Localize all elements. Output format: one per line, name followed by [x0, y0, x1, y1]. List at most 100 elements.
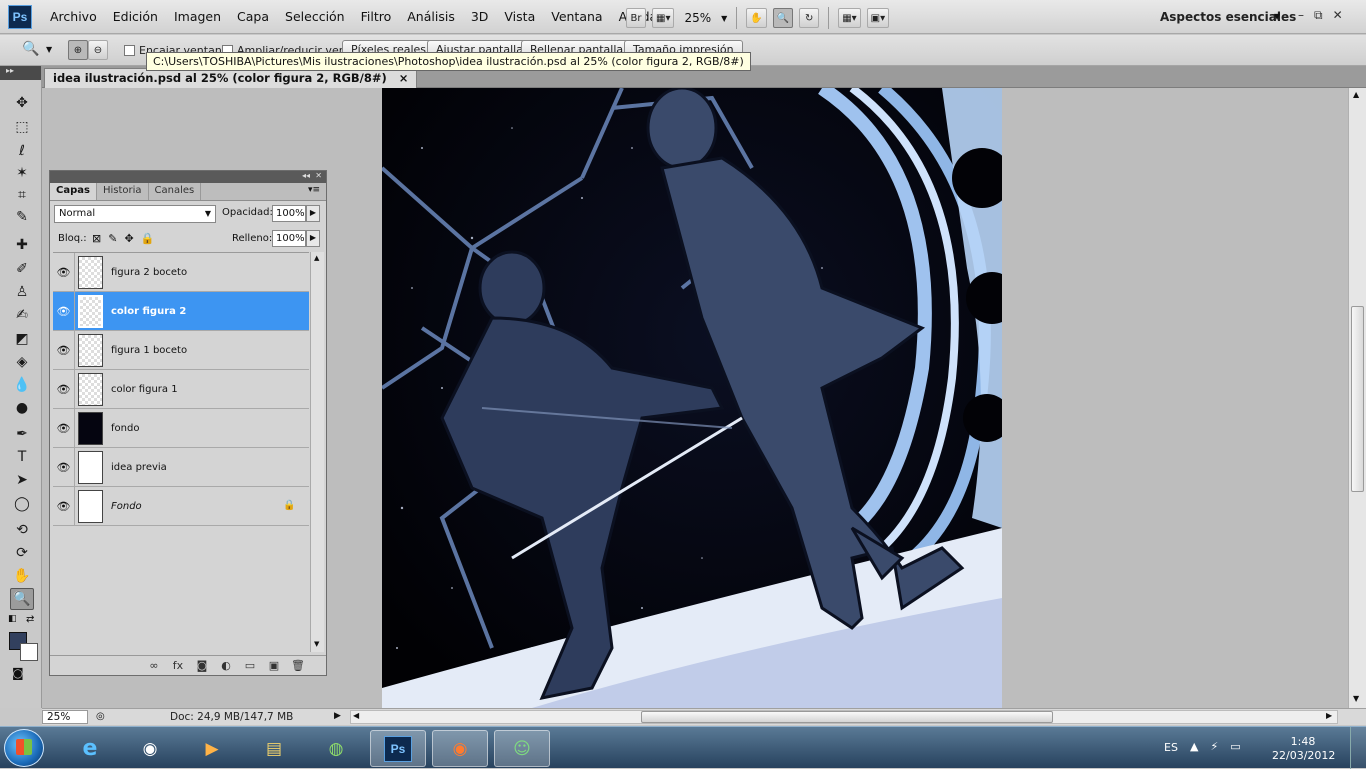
horizontal-scrollbar[interactable]: ◀ ▶ [350, 710, 1338, 724]
menu-ventana[interactable]: Ventana [543, 9, 610, 24]
panel-titlebar[interactable]: ◂◂ ✕ [50, 171, 326, 183]
screen-mode-icon[interactable]: ▣▾ [866, 8, 890, 28]
rotate-view-icon[interactable]: ↻ [799, 8, 820, 28]
eraser-icon[interactable]: ◩ [10, 328, 34, 350]
pen-tool-icon[interactable]: ✒ [10, 423, 34, 445]
new-layer-icon[interactable]: ▣ [266, 659, 282, 672]
eye-icon[interactable]: 👁 [53, 486, 75, 526]
restore-button[interactable]: ⧉ [1314, 8, 1323, 23]
panel-collapse-icon[interactable]: ▸▸ [0, 66, 41, 80]
3d-rotate-icon[interactable]: ⟲ [10, 519, 34, 541]
status-options-icon[interactable]: ◎ [96, 711, 105, 722]
path-selection-icon[interactable]: ➤ [10, 469, 34, 491]
zoom-level-select[interactable]: 25% [680, 11, 715, 25]
menu-imagen[interactable]: Imagen [166, 9, 229, 24]
menu-vista[interactable]: Vista [496, 9, 543, 24]
scroll-down-icon[interactable]: ▼ [314, 640, 319, 648]
fill-input[interactable]: 100% [272, 230, 306, 247]
lock-pixels-icon[interactable]: ✎ [108, 232, 117, 245]
photoshop-logo[interactable]: Ps [8, 5, 32, 29]
type-tool-icon[interactable]: T [10, 446, 34, 468]
swap-colors-icon[interactable]: ⇄ [26, 614, 34, 625]
checkbox-box[interactable] [124, 45, 135, 56]
layers-scrollbar[interactable]: ▲ ▼ [310, 252, 324, 652]
lasso-tool-icon[interactable]: ℓ [10, 140, 34, 162]
zoom-status-field[interactable]: 25% [42, 710, 88, 724]
hand-tool-icon[interactable]: ✋ [746, 8, 767, 28]
scroll-left-icon[interactable]: ◀ [353, 711, 359, 720]
adjustment-layer-icon[interactable]: ◐ [218, 659, 234, 672]
bridge-button[interactable]: Br [626, 8, 646, 28]
minimize-button[interactable]: – [1298, 8, 1304, 23]
preset-dropdown-icon[interactable]: ▼ [46, 45, 52, 54]
scroll-right-icon[interactable]: ▶ [1326, 711, 1332, 720]
history-brush-icon[interactable]: ✍ [10, 304, 34, 326]
clone-stamp-icon[interactable]: ♙ [10, 281, 34, 303]
eyedropper-icon[interactable]: ✎ [10, 206, 34, 228]
panel-close-icon[interactable]: ✕ [315, 171, 322, 180]
firefox-icon[interactable]: ◉ [432, 730, 488, 767]
language-indicator[interactable]: ES [1164, 741, 1178, 754]
3d-orbit-icon[interactable]: ⟳ [10, 542, 34, 564]
arrange-documents-icon[interactable]: ▦▾ [838, 8, 861, 28]
tab-historia[interactable]: Historia [97, 183, 149, 200]
layer-row[interactable]: 👁 figura 2 boceto [53, 252, 309, 292]
layer-style-icon[interactable]: fx [170, 659, 186, 672]
eye-icon[interactable]: 👁 [53, 447, 75, 487]
zoom-tool-icon[interactable]: 🔍 [10, 588, 34, 610]
opacity-input[interactable]: 100% [272, 205, 306, 222]
blend-mode-select[interactable]: Normal ▼ [54, 205, 216, 223]
hand-tool-icon[interactable]: ✋ [10, 565, 34, 587]
healing-brush-icon[interactable]: ✚ [10, 234, 34, 256]
layer-row-selected[interactable]: 👁 color figura 2 [53, 291, 309, 331]
fill-slider-arrow-icon[interactable]: ▶ [306, 230, 320, 247]
layer-row[interactable]: 👁 idea previa [53, 447, 309, 487]
layer-row[interactable]: 👁 fondo [53, 408, 309, 448]
marquee-tool-icon[interactable]: ⬚ [10, 116, 34, 138]
tab-canales[interactable]: Canales [149, 183, 202, 200]
user-account-icon[interactable]: ◉ [122, 730, 178, 767]
menu-archivo[interactable]: Archivo [42, 9, 105, 24]
media-player-icon[interactable]: ▶ [184, 730, 240, 767]
layer-row[interactable]: 👁 figura 1 boceto [53, 330, 309, 370]
zoom-tool-preset-icon[interactable]: 🔍 [22, 41, 39, 57]
delete-layer-icon[interactable]: 🗑 [290, 659, 306, 672]
file-explorer-icon[interactable]: ▤ [246, 730, 302, 767]
background-color-swatch[interactable] [20, 643, 38, 661]
panel-collapse-icon[interactable]: ◂◂ [302, 171, 310, 180]
close-button[interactable]: ✕ [1333, 8, 1343, 23]
eye-icon[interactable]: 👁 [53, 252, 75, 292]
lock-position-icon[interactable]: ✥ [124, 232, 133, 245]
lock-all-icon[interactable]: 🔒 [141, 232, 155, 245]
tab-document[interactable]: idea ilustración.psd al 25% (color figur… [44, 68, 418, 88]
vertical-scroll-thumb[interactable] [1351, 306, 1364, 492]
internet-explorer-icon[interactable]: e [62, 730, 118, 767]
eye-icon[interactable]: 👁 [53, 330, 75, 370]
zoom-dropdown-icon[interactable]: ▼ [721, 14, 727, 23]
menu-edicion[interactable]: Edición [105, 9, 166, 24]
blur-tool-icon[interactable]: 💧 [10, 374, 34, 396]
show-desktop-button[interactable] [1350, 727, 1366, 769]
paint-bucket-icon[interactable]: ◈ [10, 351, 34, 373]
eye-icon[interactable]: 👁 [53, 291, 75, 331]
add-mask-icon[interactable]: ◙ [194, 659, 210, 672]
quick-mask-icon[interactable]: ◙ [12, 666, 24, 680]
show-hidden-icons-icon[interactable]: ▲ [1190, 740, 1198, 753]
network-icon[interactable]: ▭ [1230, 740, 1240, 753]
menu-capa[interactable]: Capa [229, 9, 277, 24]
zoom-tool-icon[interactable]: 🔍 [772, 8, 794, 28]
scroll-down-icon[interactable]: ▼ [1353, 694, 1359, 703]
zoom-out-icon[interactable]: ⊖ [88, 40, 108, 60]
tab-close-icon[interactable]: × [399, 71, 409, 86]
menu-3d[interactable]: 3D [463, 9, 497, 24]
crop-tool-icon[interactable]: ⌗ [10, 184, 34, 206]
layer-row[interactable]: 👁 color figura 1 [53, 369, 309, 409]
workspace-dropdown-icon[interactable]: ▼ [1274, 12, 1280, 21]
horizontal-scroll-thumb[interactable] [641, 711, 1053, 723]
scroll-up-icon[interactable]: ▲ [314, 254, 319, 262]
link-layers-icon[interactable]: ∞ [146, 659, 162, 672]
mini-bridge-icon[interactable]: ▦▾ [652, 8, 675, 28]
vertical-scrollbar[interactable]: ▲ ▼ [1348, 88, 1366, 708]
panel-menu-icon[interactable]: ▾≡ [308, 185, 320, 195]
move-tool-icon[interactable]: ✥ [10, 92, 34, 114]
